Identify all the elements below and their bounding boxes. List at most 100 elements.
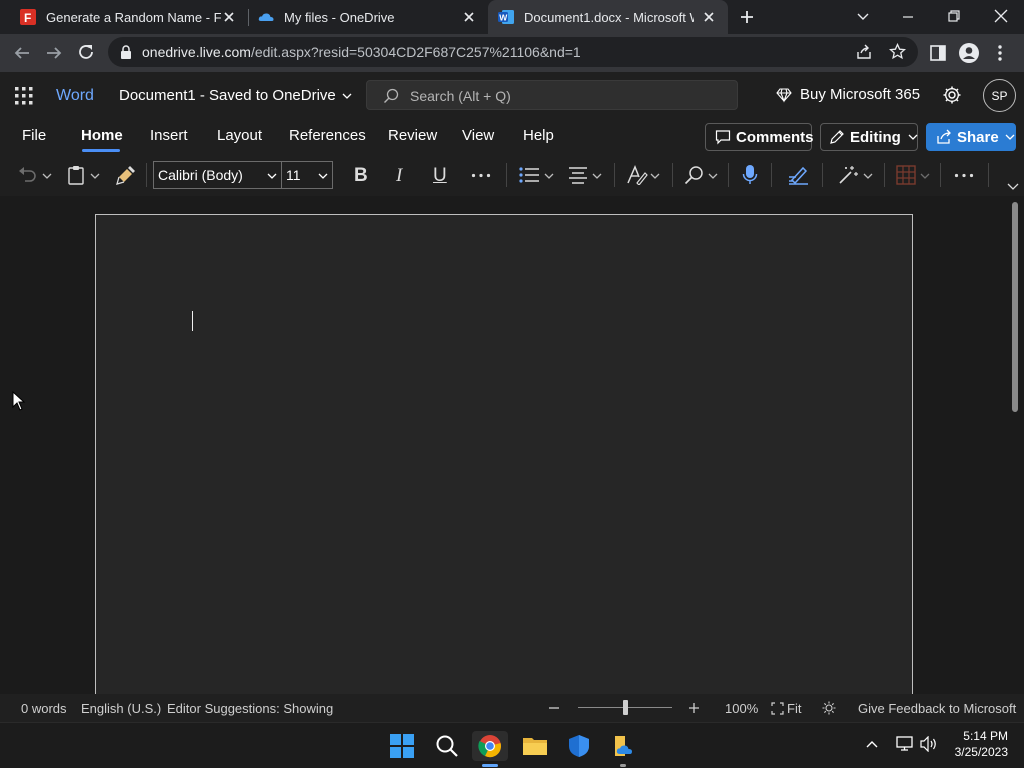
bullets-list-icon[interactable] <box>519 166 541 184</box>
buy-microsoft-365-button[interactable]: Buy Microsoft 365 <box>776 86 920 103</box>
taskbar-clock-date[interactable]: 3/25/2023 <box>944 745 1008 759</box>
security-shield-icon[interactable] <box>561 731 597 761</box>
search-input[interactable]: Search (Alt + Q) <box>366 80 738 110</box>
designer-dropdown-chevron-icon[interactable] <box>863 171 873 181</box>
paste-clipboard-icon[interactable] <box>67 165 85 185</box>
zoom-slider-thumb[interactable] <box>623 700 628 715</box>
table-dropdown-chevron-icon[interactable] <box>920 171 930 181</box>
settings-gear-icon[interactable] <box>942 85 962 105</box>
restore-icon[interactable] <box>947 9 961 23</box>
avatar[interactable]: SP <box>983 79 1016 112</box>
browser-tab-fakename[interactable]: F Generate a Random Name - Fake <box>8 0 248 34</box>
share-button[interactable]: Share <box>926 123 1016 151</box>
tab-title: My files - OneDrive <box>284 9 395 25</box>
new-tab-plus-icon[interactable] <box>739 9 755 25</box>
reload-icon[interactable] <box>77 43 95 61</box>
close-tab-icon[interactable] <box>222 10 236 24</box>
zoom-out-icon[interactable] <box>548 707 560 709</box>
word-count[interactable]: 0 words <box>21 701 67 716</box>
align-text-icon[interactable] <box>568 166 588 184</box>
styles-icon[interactable] <box>626 165 648 185</box>
tab-review[interactable]: Review <box>388 127 437 144</box>
minimize-icon[interactable] <box>901 10 915 24</box>
close-window-icon[interactable] <box>993 8 1009 24</box>
tab-view[interactable]: View <box>462 127 494 144</box>
format-painter-brush-icon[interactable] <box>116 165 136 185</box>
browser-tab-word[interactable]: W Document1.docx - Microsoft Word <box>488 0 728 34</box>
more-font-options-icon[interactable] <box>471 173 491 178</box>
browser-menu-dots-icon[interactable] <box>997 44 1003 62</box>
file-explorer-folder-icon[interactable] <box>517 731 553 761</box>
profile-icon[interactable] <box>958 42 980 64</box>
tab-references[interactable]: References <box>289 127 366 144</box>
styles-dropdown-chevron-icon[interactable] <box>650 171 660 181</box>
dictate-microphone-icon[interactable] <box>742 164 758 186</box>
tab-home[interactable]: Home <box>81 127 123 144</box>
designer-wand-icon[interactable] <box>838 165 858 185</box>
vertical-scrollbar[interactable] <box>1012 202 1018 412</box>
table-grid-icon[interactable] <box>896 165 916 185</box>
chrome-taskbar-icon[interactable] <box>472 731 508 761</box>
undo-icon[interactable] <box>18 166 38 184</box>
close-tab-icon[interactable] <box>702 10 716 24</box>
more-options-dots-icon[interactable] <box>954 173 974 178</box>
paste-dropdown-chevron-icon[interactable] <box>90 171 100 181</box>
find-dropdown-chevron-icon[interactable] <box>708 171 718 181</box>
fit-label[interactable]: Fit <box>787 701 801 716</box>
font-name-value: Calibri (Body) <box>158 167 243 183</box>
align-dropdown-chevron-icon[interactable] <box>592 171 602 181</box>
bold-button[interactable]: B <box>354 165 368 187</box>
ribbon-separator <box>822 163 823 187</box>
taskbar-clock-time[interactable]: 5:14 PM <box>960 729 1008 743</box>
fit-page-icon[interactable] <box>771 702 784 715</box>
svg-text:F: F <box>24 11 31 25</box>
home-ribbon: Calibri (Body) 11 B I U <box>0 154 1024 196</box>
expand-ribbon-chevron-icon[interactable] <box>1007 181 1019 191</box>
tab-insert[interactable]: Insert <box>150 127 188 144</box>
browser-tab-onedrive[interactable]: My files - OneDrive <box>248 0 488 34</box>
mouse-pointer-icon <box>12 391 26 411</box>
font-name-select[interactable]: Calibri (Body) <box>153 161 282 189</box>
tab-title: Document1.docx - Microsoft Word <box>524 9 694 25</box>
tab-file[interactable]: File <box>22 127 46 144</box>
close-tab-icon[interactable] <box>462 10 476 24</box>
address-bar[interactable]: onedrive.live.com/edit.aspx?resid=50304C… <box>108 37 918 67</box>
document-page[interactable] <box>95 214 913 704</box>
back-arrow-icon[interactable] <box>13 44 31 62</box>
zoom-percentage[interactable]: 100% <box>725 701 758 716</box>
language-indicator[interactable]: English (U.S.) <box>81 701 161 716</box>
show-hidden-icons-chevron-icon[interactable] <box>866 740 878 748</box>
browser-tab-strip: F Generate a Random Name - Fake My files… <box>0 0 1024 34</box>
bullets-dropdown-chevron-icon[interactable] <box>544 171 554 181</box>
brightness-sun-icon[interactable] <box>822 701 836 715</box>
buy-label: Buy Microsoft 365 <box>800 86 921 103</box>
undo-dropdown-chevron-icon[interactable] <box>42 171 52 181</box>
find-search-icon[interactable] <box>684 165 704 185</box>
tab-help[interactable]: Help <box>523 127 554 144</box>
network-monitor-icon[interactable] <box>896 736 914 752</box>
forward-arrow-icon[interactable] <box>45 44 63 62</box>
give-feedback-link[interactable]: Give Feedback to Microsoft <box>858 701 1016 716</box>
volume-speaker-icon[interactable] <box>920 736 938 752</box>
windows-start-icon[interactable] <box>384 731 420 761</box>
font-size-select[interactable]: 11 <box>281 161 333 189</box>
comments-button[interactable]: Comments <box>705 123 814 151</box>
side-panel-icon[interactable] <box>930 45 946 61</box>
taskbar-search-icon[interactable] <box>429 731 465 761</box>
zoom-in-icon[interactable] <box>688 702 700 714</box>
bookmark-star-icon[interactable] <box>889 43 906 60</box>
editing-mode-button[interactable]: Editing <box>820 123 918 151</box>
zoom-slider[interactable] <box>578 700 672 716</box>
italic-button[interactable]: I <box>396 165 402 187</box>
tab-search-chevron-icon[interactable] <box>856 10 870 24</box>
document-title[interactable]: Document1 - Saved to OneDrive <box>119 87 352 104</box>
share-page-icon[interactable] <box>856 44 872 60</box>
editor-pen-icon[interactable] <box>788 165 810 185</box>
lock-icon[interactable] <box>120 45 132 59</box>
onedrive-app-icon[interactable] <box>605 731 641 761</box>
tab-layout[interactable]: Layout <box>217 127 262 144</box>
underline-button[interactable]: U <box>433 165 447 187</box>
app-launcher-waffle-icon[interactable] <box>15 87 33 105</box>
app-name[interactable]: Word <box>56 87 94 105</box>
editor-suggestions[interactable]: Editor Suggestions: Showing <box>167 701 333 716</box>
